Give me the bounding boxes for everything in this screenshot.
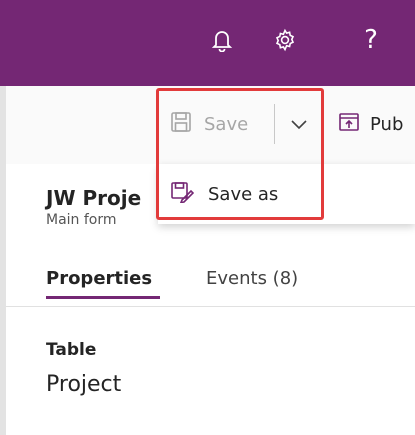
tab-properties[interactable]: Properties [46,268,152,289]
publish-label: Pub [370,113,404,135]
table-field-label: Table [46,340,97,360]
save-button[interactable]: Save [170,102,248,146]
active-tab-indicator [46,296,160,299]
save-dropdown-menu: Save as [158,164,415,224]
form-title: JW Proje [46,186,142,210]
save-dropdown-button[interactable] [284,102,314,146]
bell-icon[interactable] [206,24,238,56]
gear-icon[interactable] [269,24,301,56]
tab-events[interactable]: Events (8) [206,268,298,289]
split-button-divider [274,104,275,144]
table-field-value: Project [46,372,122,397]
chevron-down-icon [290,115,308,134]
menu-item-save-as[interactable]: Save as [170,176,278,212]
save-label: Save [204,113,249,135]
publish-icon [338,111,360,138]
tab-divider [6,306,415,307]
save-as-icon [170,181,195,208]
publish-button[interactable]: Pub [338,102,403,146]
save-icon [170,111,192,138]
top-app-bar: ? [0,0,415,86]
form-subtitle: Main form [46,212,117,228]
help-glyph: ? [364,25,378,55]
help-icon[interactable]: ? [355,24,387,56]
menu-item-label: Save as [208,183,279,205]
